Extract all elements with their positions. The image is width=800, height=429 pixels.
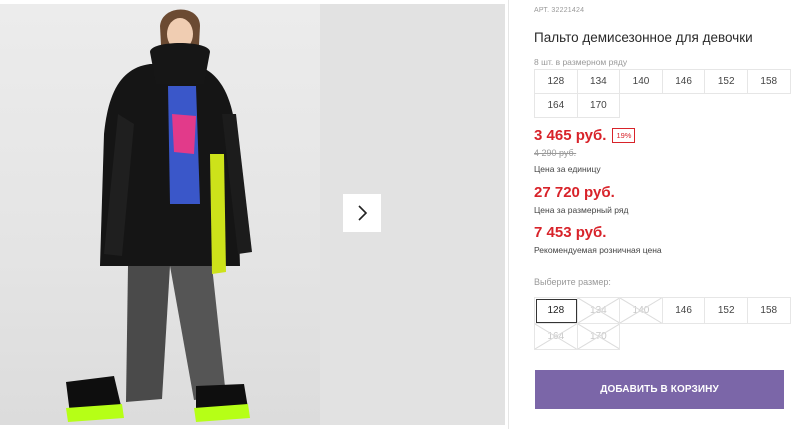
size-option-170: 170 (577, 324, 621, 350)
size-picker: 128 134140 146 152 158 164170 (534, 297, 791, 350)
size-option-label: 128 (547, 305, 565, 316)
size-range-cell: 146 (662, 70, 706, 94)
size-option-134: 134 (577, 298, 621, 324)
unavailable-cross-icon (577, 298, 620, 323)
size-option-label: 158 (760, 305, 778, 316)
size-range-cell: 128 (535, 70, 578, 94)
product-photo[interactable] (0, 4, 320, 425)
article-number: АРТ. 32221424 (534, 7, 585, 14)
unavailable-cross-icon (620, 298, 662, 323)
product-gallery (0, 0, 508, 429)
product-photo-illustration (66, 9, 252, 422)
product-title: Пальто демисезонное для девочки (534, 30, 753, 45)
discount-badge: 19% (612, 128, 636, 143)
size-option-label: 152 (717, 305, 735, 316)
size-option-128[interactable]: 128 (535, 298, 578, 324)
unit-price-label: Цена за единицу (534, 164, 601, 174)
size-option-152[interactable]: 152 (705, 298, 748, 324)
size-range-cell: 170 (577, 94, 621, 118)
size-option-140: 140 (620, 298, 663, 324)
size-range-cell: 134 (577, 70, 621, 94)
size-option-146[interactable]: 146 (662, 298, 706, 324)
old-price: 4 290 руб. (534, 148, 577, 158)
panel-divider (508, 0, 509, 429)
size-range-label: 8 шт. в размерном ряду (534, 57, 628, 67)
size-option-label: 146 (675, 305, 692, 316)
add-to-cart-button[interactable]: ДОБАВИТЬ В КОРЗИНУ (535, 370, 784, 409)
size-range-cell: 140 (620, 70, 663, 94)
range-price-label: Цена за размерный ряд (534, 205, 629, 215)
size-option-164: 164 (535, 324, 578, 350)
unavailable-cross-icon (577, 324, 620, 349)
range-price: 27 720 руб. (534, 184, 615, 201)
size-range-cell: 158 (747, 70, 791, 94)
size-option-158[interactable]: 158 (747, 298, 791, 324)
chevron-right-icon (358, 205, 368, 221)
next-image-button[interactable] (343, 194, 381, 232)
unit-price: 3 465 руб. (534, 127, 607, 144)
size-range-cell: 164 (535, 94, 578, 118)
unavailable-cross-icon (535, 324, 577, 349)
unit-price-row: 3 465 руб. 19% (534, 127, 636, 144)
size-picker-label: Выберите размер: (534, 277, 611, 287)
size-range-cell: 152 (705, 70, 748, 94)
rrp-price: 7 453 руб. (534, 224, 607, 241)
size-range-grid: 128 134 140 146 152 158 164 170 (534, 69, 791, 118)
rrp-label: Рекомендуемая розничная цена (534, 245, 662, 255)
